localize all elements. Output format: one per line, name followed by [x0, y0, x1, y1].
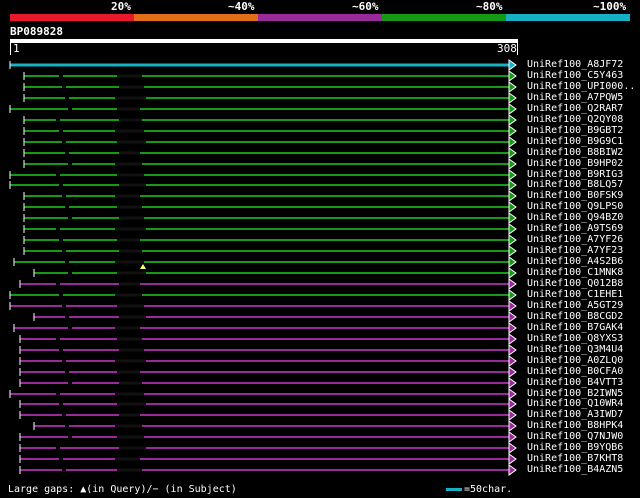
hit-arrow: [508, 278, 517, 290]
hit-label[interactable]: UniRef100_B8LQ57: [527, 180, 623, 190]
hit-label[interactable]: UniRef100_A5GT29: [527, 301, 623, 311]
hit-arrow: [508, 190, 517, 202]
hit-label[interactable]: UniRef100_B9G9C1: [527, 137, 623, 147]
hit-label[interactable]: UniRef100_B9HP02: [527, 159, 623, 169]
hit-label[interactable]: UniRef100_Q9LPS0: [527, 202, 623, 212]
hit-arrow: [508, 103, 517, 115]
hit-label[interactable]: UniRef100_A7YF26: [527, 235, 623, 245]
hit-arrow: [508, 114, 517, 126]
scale-swatch: [446, 487, 462, 491]
hit-label[interactable]: UniRef100_C1MNK8: [527, 268, 623, 278]
hit-label[interactable]: UniRef100_A8JF72: [527, 60, 623, 70]
hit-label[interactable]: UniRef100_A7YF23: [527, 246, 623, 256]
hit-arrow: [508, 59, 517, 71]
hit-arrow: [508, 300, 517, 312]
hit-arrow: [508, 409, 517, 421]
scale-legend: =50char.: [446, 485, 512, 495]
hit-arrow: [508, 333, 517, 345]
hit-label[interactable]: UniRef100_B7KHT8: [527, 454, 623, 464]
hit-arrow: [508, 256, 517, 268]
hit-arrow: [508, 267, 517, 279]
hit-arrow: [508, 464, 517, 476]
hit-arrow: [508, 442, 517, 454]
hit-arrow: [508, 223, 517, 235]
hit-arrow: [508, 453, 517, 465]
hit-label[interactable]: UniRef100_A0ZLQ0: [527, 356, 623, 366]
query-gap-marker: [140, 264, 146, 269]
hit-arrow: [508, 322, 517, 334]
hit-label[interactable]: UniRef100_B0FSK9: [527, 191, 623, 201]
hit-label[interactable]: UniRef100_Q2QY08: [527, 115, 623, 125]
hit-label[interactable]: UniRef100_Q2RAR7: [527, 104, 623, 114]
hit-arrow: [508, 398, 517, 410]
hit-arrow: [508, 147, 517, 159]
hit-arrow: [508, 377, 517, 389]
hit-arrow: [508, 179, 517, 191]
hit-arrow: [508, 158, 517, 170]
large-gaps-legend: Large gaps: ▲(in Query)/− (in Subject): [8, 484, 237, 495]
hit-label[interactable]: UniRef100_C1EHE1: [527, 290, 623, 300]
hit-label[interactable]: UniRef100_A9TS69: [527, 224, 623, 234]
hit-label[interactable]: UniRef100_B0CFA0: [527, 367, 623, 377]
hit-label[interactable]: UniRef100_A7PQW5: [527, 93, 623, 103]
hit-arrow: [508, 234, 517, 246]
hit-arrow: [508, 201, 517, 213]
hit-arrow: [508, 311, 517, 323]
hit-label[interactable]: UniRef100_B9YQB6: [527, 443, 623, 453]
hit-arrow: [508, 431, 517, 443]
hit-arrow: [508, 388, 517, 400]
hit-arrow: [508, 169, 517, 181]
hit-arrow: [508, 92, 517, 104]
hit-label[interactable]: UniRef100_B7GAK4: [527, 323, 623, 333]
hit-label[interactable]: UniRef100_Q012B8: [527, 279, 623, 289]
hit-arrow: [508, 344, 517, 356]
hit-arrow: [508, 212, 517, 224]
hit-arrow: [508, 245, 517, 257]
hit-label[interactable]: UniRef100_Q8YXS3: [527, 334, 623, 344]
hit-arrow: [508, 366, 517, 378]
hit-label[interactable]: UniRef100_Q94BZ0: [527, 213, 623, 223]
hit-label[interactable]: UniRef100_UPI000..: [527, 82, 635, 92]
hit-arrow: [508, 125, 517, 137]
hit-label[interactable]: UniRef100_B9GBT2: [527, 126, 623, 136]
hit-arrow: [508, 136, 517, 148]
scale-label: =50char.: [464, 484, 513, 495]
hit-arrow: [508, 355, 517, 367]
hit-label[interactable]: UniRef100_Q3M4U4: [527, 345, 623, 355]
hit-label[interactable]: UniRef100_B8CGD2: [527, 312, 623, 322]
alignment-hits: UniRef100_A8JF72 UniRef100_C5Y463 UniRef10…: [0, 0, 640, 498]
hit-label[interactable]: UniRef100_A4S2B6: [527, 257, 623, 267]
hit-arrow: [508, 81, 517, 93]
hit-arrow: [508, 420, 517, 432]
hit-label[interactable]: UniRef100_C5Y463: [527, 71, 623, 81]
hit-label[interactable]: UniRef100_B4AZN5: [527, 465, 623, 475]
hit-arrow: [508, 289, 517, 301]
hit-label[interactable]: UniRef100_Q10WR4: [527, 399, 623, 409]
hit-label[interactable]: UniRef100_B8HPK4: [527, 421, 623, 431]
hit-label[interactable]: UniRef100_B8BIW2: [527, 148, 623, 158]
hit-label[interactable]: UniRef100_A3IWD7: [527, 410, 623, 420]
hit-label[interactable]: UniRef100_Q7NJW0: [527, 432, 623, 442]
hit-arrow: [508, 70, 517, 82]
hit-label[interactable]: UniRef100_B4VTT3: [527, 378, 623, 388]
